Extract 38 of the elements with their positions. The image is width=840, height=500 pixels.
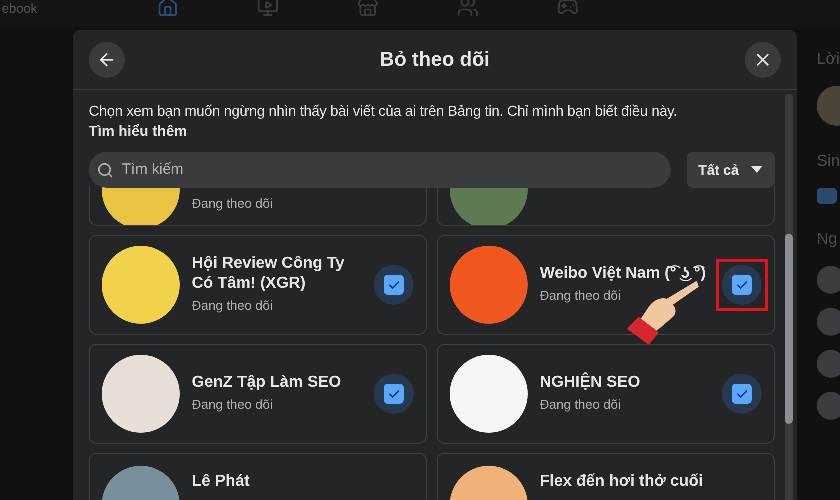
- search-icon: [97, 162, 114, 178]
- checkbox[interactable]: [722, 374, 762, 414]
- page-name: Weibo Việt Nam (͡° ͜ʖ ͡°): [540, 264, 708, 284]
- page-name: GenZ Tập Làm SEO: [192, 373, 342, 394]
- follow-status: Đang theo dõi: [192, 194, 273, 213]
- page-name: Flex đến hơi thở cuối: [540, 472, 704, 492]
- scrollbar-thumb[interactable]: [785, 234, 793, 424]
- sidebar-heading: Sin: [817, 152, 840, 172]
- avatar-photo: [817, 350, 840, 378]
- sidebar-heading: Lời: [817, 50, 840, 70]
- avatar-photo: [817, 392, 840, 420]
- avatar-photo: [817, 308, 840, 336]
- checkbox-checked-icon: [384, 275, 404, 295]
- dialog-title: Bỏ theo dõi: [380, 48, 490, 72]
- follow-status: Đang theo dõi: [192, 297, 274, 316]
- description-text: Chọn xem bạn muốn ngừng nhìn thấy bài viết của ai trên Bảng tin. Chỉ mình bạn biết điều này.: [89, 103, 678, 122]
- page-name: NGHIỆN SEO: [540, 373, 642, 394]
- close-button[interactable]: [744, 42, 781, 78]
- checkbox[interactable]: [374, 265, 414, 305]
- follow-status: Đang theo dõi: [192, 396, 274, 414]
- checkbox-checked-icon: [732, 275, 752, 295]
- checkbox[interactable]: [722, 265, 762, 305]
- sidebar-heading: Ng: [817, 230, 838, 250]
- caret-icon: [751, 166, 763, 174]
- search-input[interactable]: Tìm kiếm: [122, 158, 663, 182]
- filter-dropdown[interactable]: Tất cả: [686, 152, 775, 188]
- follow-status: Đang theo dõi: [540, 287, 622, 306]
- search-field[interactable]: Tìm kiếm: [89, 152, 671, 188]
- brand-text: ebook: [2, 1, 38, 17]
- checkbox-checked-icon: [732, 384, 752, 404]
- learn-more-link[interactable]: Tìm hiểu thêm: [89, 122, 188, 142]
- page-name: Hội Review Công Ty Có Tâm! (XGR): [192, 254, 346, 294]
- follow-status: Đang theo dõi: [540, 396, 622, 414]
- back-button[interactable]: [89, 42, 125, 78]
- checkbox-checked-icon: [384, 384, 404, 404]
- avatar-photo: [817, 266, 840, 294]
- page-name: Lê Phát: [192, 472, 250, 492]
- checkbox[interactable]: [374, 374, 414, 414]
